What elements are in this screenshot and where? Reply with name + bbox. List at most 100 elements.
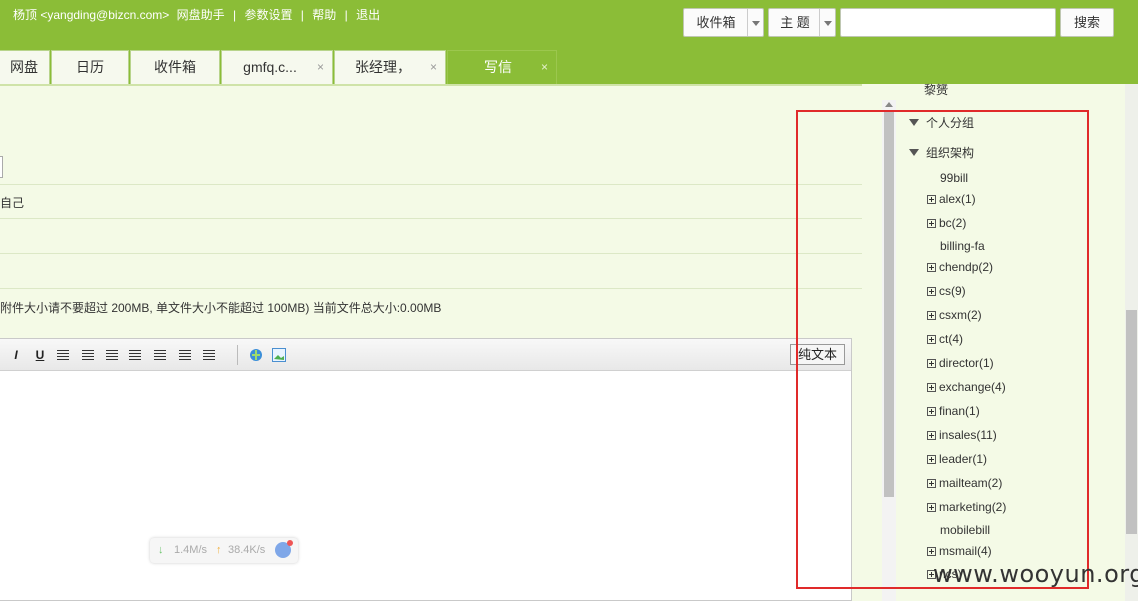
tab-label: 网盘 bbox=[10, 59, 38, 75]
divider bbox=[0, 218, 862, 219]
org-tree-item-label: cs(9) bbox=[939, 284, 966, 298]
download-speed: 1.4M/s bbox=[174, 544, 208, 556]
expand-plus-icon[interactable] bbox=[927, 359, 936, 368]
italic-icon[interactable]: I bbox=[9, 348, 23, 362]
field-edge[interactable] bbox=[0, 156, 3, 178]
watermark: www.wooyun.org bbox=[933, 560, 1138, 588]
org-tree-item[interactable]: bc(2) bbox=[927, 216, 966, 230]
org-tree-item[interactable]: mobilebill bbox=[940, 523, 990, 537]
tab-mail-zhang[interactable]: 张经理， × bbox=[334, 50, 446, 84]
user-account: 杨顶 <yangding@bizcn.com> bbox=[13, 8, 170, 22]
org-tree-item-label: msmail(4) bbox=[939, 544, 992, 558]
link-logout[interactable]: 退出 bbox=[356, 8, 380, 22]
org-tree-item[interactable]: chendp(2) bbox=[927, 260, 993, 274]
divider bbox=[0, 184, 862, 185]
expand-plus-icon[interactable] bbox=[927, 287, 936, 296]
org-tree-item[interactable]: leader(1) bbox=[927, 452, 987, 466]
tab-label: 日历 bbox=[76, 59, 104, 75]
outdent-icon[interactable] bbox=[202, 348, 216, 362]
org-tree-item-label: finan(1) bbox=[939, 404, 980, 418]
search-input[interactable] bbox=[840, 8, 1056, 37]
expand-plus-icon[interactable] bbox=[927, 407, 936, 416]
contact-top[interactable]: 黎赟 bbox=[924, 81, 948, 98]
org-tree-item-label: bc(2) bbox=[939, 216, 967, 230]
expand-plus-icon[interactable] bbox=[927, 335, 936, 344]
divider bbox=[0, 253, 862, 254]
link-settings[interactable]: 参数设置 bbox=[244, 8, 292, 22]
org-tree-item[interactable]: ct(4) bbox=[927, 332, 963, 346]
indent-icon[interactable] bbox=[178, 348, 192, 362]
org-tree-item-label: exchange(4) bbox=[939, 380, 1006, 394]
chevron-down-icon[interactable] bbox=[747, 9, 763, 36]
tab-compose[interactable]: 写信 × bbox=[447, 50, 557, 84]
editor-scrollbar[interactable] bbox=[882, 100, 896, 601]
org-tree-item[interactable]: cs(9) bbox=[927, 284, 966, 298]
contacts-scrollbar[interactable] bbox=[1125, 84, 1138, 601]
org-tree-item[interactable]: exchange(4) bbox=[927, 380, 1006, 394]
expand-plus-icon[interactable] bbox=[927, 431, 936, 440]
expand-plus-icon[interactable] bbox=[927, 503, 936, 512]
align-left-icon[interactable] bbox=[56, 348, 70, 362]
attachment-note: 附件大小请不要超过 200MB, 单文件大小不能超过 100MB) 当前文件总大… bbox=[0, 301, 442, 315]
org-tree-item-label: chendp(2) bbox=[939, 260, 994, 274]
org-tree-item-label: insales(11) bbox=[939, 428, 997, 442]
org-tree-item[interactable]: alex(1) bbox=[927, 192, 976, 206]
tab-label: 收件箱 bbox=[154, 59, 196, 75]
scrollbar-thumb[interactable] bbox=[884, 112, 894, 497]
link-netdisk-assistant[interactable]: 网盘助手 bbox=[177, 8, 225, 22]
insert-link-icon[interactable] bbox=[249, 348, 263, 362]
tab-mail-gmfq[interactable]: gmfq.c... × bbox=[221, 50, 333, 84]
group-organization[interactable]: 组织架构 bbox=[909, 144, 974, 161]
expand-plus-icon[interactable] bbox=[927, 219, 936, 228]
close-icon[interactable]: × bbox=[430, 51, 437, 83]
top-bar: 杨顶 <yangding@bizcn.com> 网盘助手 | 参数设置 | 帮助… bbox=[0, 0, 1138, 48]
upload-speed: 38.4K/s bbox=[228, 544, 266, 556]
expand-plus-icon[interactable] bbox=[927, 455, 936, 464]
org-tree-item[interactable]: csxm(2) bbox=[927, 308, 982, 322]
org-tree-item[interactable]: insales(11) bbox=[927, 428, 997, 442]
org-tree-item[interactable]: finan(1) bbox=[927, 404, 980, 418]
ordered-list-icon[interactable] bbox=[128, 348, 142, 362]
org-tree-item[interactable]: marketing(2) bbox=[927, 500, 1006, 514]
expand-plus-icon[interactable] bbox=[927, 311, 936, 320]
org-tree-item[interactable]: 99bill bbox=[940, 171, 968, 185]
triangle-down-icon[interactable] bbox=[909, 119, 919, 126]
org-tree-item[interactable]: msmail(4) bbox=[927, 544, 992, 558]
org-tree-item-label: alex(1) bbox=[939, 192, 976, 206]
bullet-list-icon[interactable] bbox=[153, 348, 167, 362]
org-tree-item[interactable]: director(1) bbox=[927, 356, 994, 370]
expand-plus-icon[interactable] bbox=[927, 479, 936, 488]
org-tree-item[interactable]: billing-fa bbox=[940, 239, 985, 253]
insert-image-icon[interactable] bbox=[272, 348, 286, 362]
close-icon[interactable]: × bbox=[541, 51, 548, 83]
tab-calendar[interactable]: 日历 bbox=[51, 50, 129, 84]
accelerator-ball-icon[interactable] bbox=[275, 540, 293, 558]
plain-text-button[interactable]: 纯文本 bbox=[790, 344, 845, 365]
group-personal[interactable]: 个人分组 bbox=[909, 114, 974, 131]
search-button[interactable]: 搜索 bbox=[1060, 8, 1114, 37]
theme-select[interactable]: 主 题 bbox=[768, 8, 836, 37]
tab-netdisk[interactable]: 网盘 bbox=[0, 50, 50, 84]
underline-icon[interactable]: U bbox=[33, 348, 47, 362]
link-help[interactable]: 帮助 bbox=[312, 8, 336, 22]
expand-plus-icon[interactable] bbox=[927, 547, 936, 556]
editor-toolbar: I U 纯文本 bbox=[0, 339, 851, 371]
org-tree-item[interactable]: mailteam(2) bbox=[927, 476, 1002, 490]
mail-editor[interactable]: I U 纯文本 bbox=[0, 338, 852, 601]
scrollbar-thumb[interactable] bbox=[1126, 310, 1137, 534]
close-icon[interactable]: × bbox=[317, 51, 324, 83]
folder-select[interactable]: 收件箱 bbox=[683, 8, 764, 37]
align-right-icon[interactable] bbox=[105, 348, 119, 362]
expand-plus-icon[interactable] bbox=[927, 263, 936, 272]
network-speed-widget[interactable]: ↓ 1.4M/s ↑ 38.4K/s bbox=[150, 538, 298, 563]
align-center-icon[interactable] bbox=[81, 348, 95, 362]
org-tree-item-label: director(1) bbox=[939, 356, 994, 370]
triangle-down-icon[interactable] bbox=[909, 149, 919, 156]
chevron-down-icon[interactable] bbox=[819, 9, 835, 36]
scroll-up-icon[interactable] bbox=[885, 102, 893, 107]
expand-plus-icon[interactable] bbox=[927, 195, 936, 204]
org-tree-item-label: mailteam(2) bbox=[939, 476, 1003, 490]
tab-inbox[interactable]: 收件箱 bbox=[130, 50, 220, 84]
expand-plus-icon[interactable] bbox=[927, 383, 936, 392]
tab-label: 张经理， bbox=[355, 59, 411, 75]
